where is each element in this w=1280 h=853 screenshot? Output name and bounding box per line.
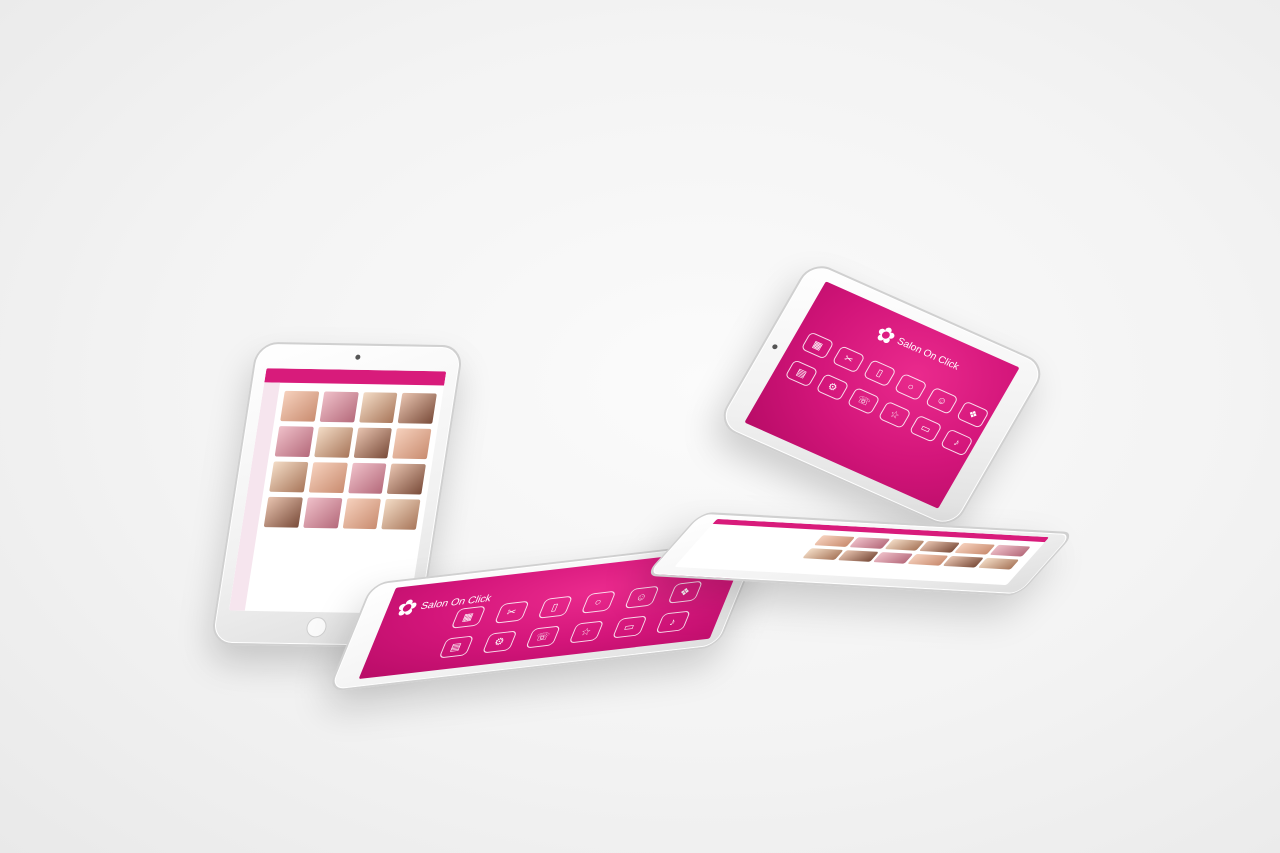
star-icon: ☆ — [568, 620, 604, 644]
mirror-icon: ○ — [580, 590, 616, 614]
photo-thumb[interactable] — [274, 426, 314, 458]
photo-thumb[interactable] — [358, 392, 398, 424]
menu-tile[interactable]: ☏ — [524, 625, 561, 649]
photo-thumb[interactable] — [263, 496, 303, 528]
menu-tile[interactable]: ☏ — [846, 387, 881, 416]
photo-thumb[interactable] — [848, 537, 891, 549]
photo-thumb[interactable] — [347, 462, 387, 494]
bell-icon: ♪ — [939, 428, 974, 457]
orchid-flower-icon: ✿ — [392, 594, 422, 622]
user-icon: ☺ — [623, 585, 660, 609]
catalog-header — [264, 368, 447, 386]
photo-thumb[interactable] — [353, 427, 393, 459]
photo-thumb[interactable] — [397, 392, 437, 424]
gift-icon: ❖ — [666, 580, 703, 604]
settings-icon: ⚙ — [481, 630, 517, 654]
menu-grid: ▦ ✂ ▯ ○ ☺ ❖ ▤ ⚙ ☏ ☆ ▭ ♪ — [784, 331, 990, 457]
menu-tile[interactable]: ♪ — [939, 428, 974, 457]
cart-icon: ▭ — [908, 414, 943, 443]
chart-icon: ▤ — [438, 635, 474, 659]
menu-tile[interactable]: ▭ — [908, 414, 943, 443]
brand-name: Salon On Click — [894, 336, 961, 373]
menu-tile[interactable]: ▭ — [611, 615, 648, 639]
photo-thumb[interactable] — [381, 498, 421, 530]
photo-thumb[interactable] — [837, 550, 879, 562]
menu-tile[interactable]: ○ — [893, 373, 928, 401]
bell-icon: ♪ — [654, 610, 691, 634]
cart-icon: ▭ — [611, 615, 648, 639]
photo-thumb[interactable] — [386, 463, 426, 495]
star-icon: ☆ — [877, 400, 912, 429]
scissors-icon: ✂ — [493, 600, 530, 624]
menu-tile[interactable]: ○ — [580, 590, 617, 614]
photo-thumb[interactable] — [813, 535, 855, 547]
phone-icon: ☏ — [524, 625, 561, 649]
photo-thumb[interactable] — [978, 557, 1020, 570]
menu-tile[interactable]: ▦ — [800, 331, 835, 360]
menu-tile[interactable]: ❖ — [955, 400, 990, 429]
gift-icon: ❖ — [955, 400, 990, 429]
photo-thumb[interactable] — [342, 498, 382, 530]
photo-grid — [263, 390, 437, 530]
menu-tile[interactable]: ☆ — [568, 620, 605, 644]
menu-tile[interactable]: ▤ — [784, 359, 819, 388]
photo-thumb[interactable] — [313, 426, 353, 458]
mirror-icon: ○ — [893, 373, 928, 401]
menu-tile[interactable]: ✂ — [831, 345, 866, 374]
chart-icon: ▤ — [784, 359, 819, 388]
menu-tile[interactable]: ▯ — [862, 359, 897, 388]
menu-tile[interactable]: ⚙ — [815, 373, 850, 402]
photo-grid — [802, 535, 1031, 570]
photo-thumb[interactable] — [302, 497, 342, 529]
menu-tile[interactable]: ✂ — [493, 600, 530, 624]
bottle-icon: ▯ — [862, 359, 897, 388]
phone-icon: ☏ — [846, 387, 881, 416]
photo-thumb[interactable] — [269, 461, 309, 493]
settings-icon: ⚙ — [815, 373, 850, 402]
menu-tile[interactable]: ▯ — [536, 595, 573, 619]
menu-tile[interactable]: ⚙ — [481, 630, 518, 654]
user-icon: ☺ — [924, 386, 959, 415]
photo-thumb[interactable] — [319, 391, 359, 423]
photo-thumb[interactable] — [802, 548, 844, 560]
photo-thumb[interactable] — [308, 462, 348, 494]
calendar-icon: ▦ — [800, 331, 835, 360]
menu-tile[interactable]: ❖ — [666, 580, 703, 604]
menu-tablet-tilted: ✿Salon On Click ▦ ✂ ▯ ○ ☺ ❖ ▤ ⚙ ☏ ☆ ▭ ♪ — [715, 259, 1049, 531]
menu-tile[interactable]: ☺ — [924, 386, 959, 415]
menu-tile[interactable]: ☆ — [877, 400, 912, 429]
photo-thumb[interactable] — [989, 544, 1031, 557]
menu-tile[interactable]: ☺ — [623, 585, 660, 609]
photo-thumb[interactable] — [280, 390, 320, 422]
catalog-screen[interactable] — [228, 368, 447, 614]
menu-tile[interactable]: ♪ — [654, 610, 691, 634]
menu-tile[interactable]: ▤ — [438, 635, 475, 659]
photo-thumb[interactable] — [392, 428, 432, 460]
scissors-icon: ✂ — [831, 345, 866, 374]
bottle-icon: ▯ — [536, 595, 573, 619]
